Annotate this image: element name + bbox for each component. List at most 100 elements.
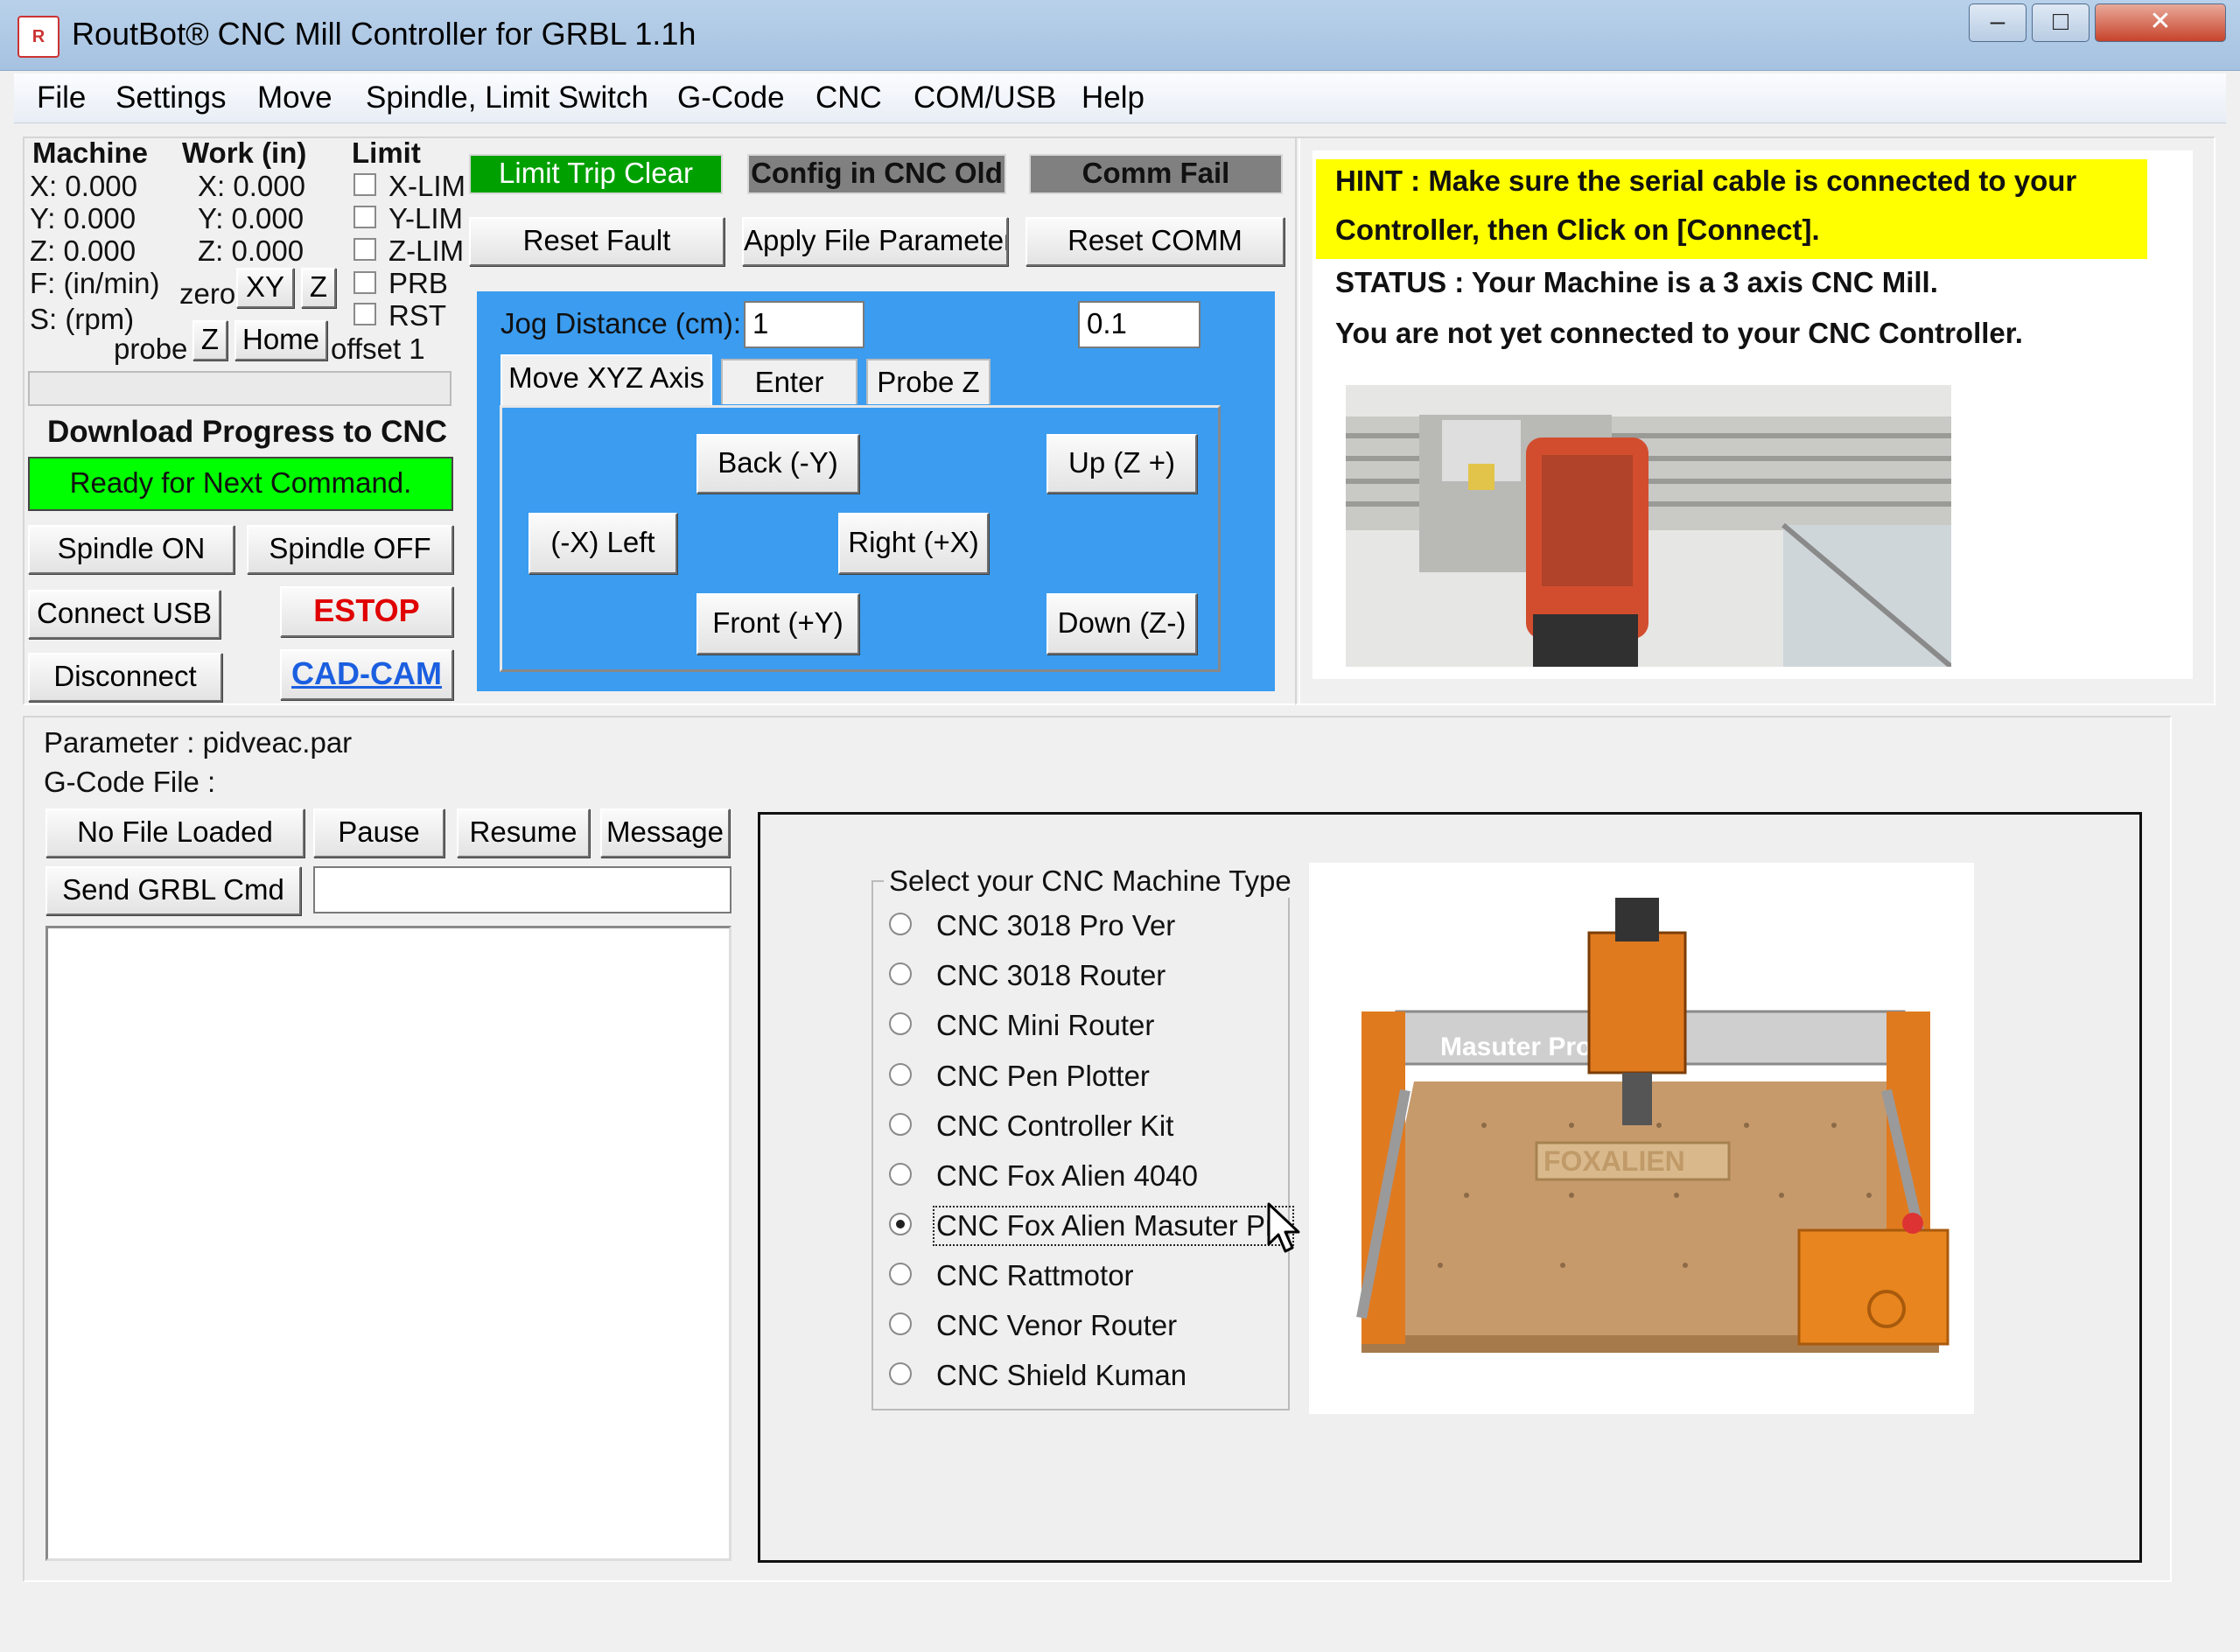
limit-trip-indicator: Limit Trip Clear xyxy=(469,154,723,194)
jog-down-button[interactable]: Down (Z-) xyxy=(1046,593,1197,654)
radio-button[interactable] xyxy=(889,1362,912,1385)
radio-button[interactable] xyxy=(889,913,912,935)
app-window: R RoutBot® CNC Mill Controller for GRBL … xyxy=(0,0,2240,1652)
radio-button[interactable] xyxy=(889,962,912,985)
home-button[interactable]: Home xyxy=(234,320,327,360)
x-lim-label: X-LIM xyxy=(388,170,466,202)
config-indicator: Config in CNC Old xyxy=(747,154,1006,194)
machine-brand-text: Masuter Pro xyxy=(1440,1032,1592,1061)
spindle-off-button[interactable]: Spindle OFF xyxy=(247,525,453,574)
gcode-output-list[interactable] xyxy=(46,926,732,1561)
message-button[interactable]: Message xyxy=(600,808,730,858)
menu-bar: File Settings Move Spindle, Limit Switch… xyxy=(14,74,2226,123)
z-lim-label: Z-LIM xyxy=(388,234,465,267)
radio-button-selected[interactable] xyxy=(889,1213,912,1236)
work-header: Work (in) xyxy=(182,136,307,169)
spindle-on-button[interactable]: Spindle ON xyxy=(28,525,234,574)
cad-cam-button[interactable]: CAD-CAM xyxy=(280,649,453,700)
resume-button[interactable]: Resume xyxy=(457,808,590,858)
radio-button[interactable] xyxy=(889,1163,912,1186)
title-bar: R RoutBot® CNC Mill Controller for GRBL … xyxy=(0,0,2240,71)
prb-checkbox[interactable] xyxy=(354,271,376,294)
menu-spindle-limit[interactable]: Spindle, Limit Switch xyxy=(366,80,648,116)
menu-file[interactable]: File xyxy=(37,80,86,116)
radio-button[interactable] xyxy=(889,1312,912,1335)
gcode-file-label: G-Code File : xyxy=(44,766,216,798)
radio-button[interactable] xyxy=(889,1113,912,1136)
app-icon: R xyxy=(18,16,60,58)
x-lim-checkbox[interactable] xyxy=(354,173,376,196)
speed-label: S: (rpm) xyxy=(30,303,135,335)
work-x: X: 0.000 xyxy=(198,170,305,202)
comm-fail-indicator: Comm Fail xyxy=(1029,154,1283,194)
mouse-cursor-icon xyxy=(1267,1202,1300,1253)
tab-move-xyz[interactable]: Move XYZ Axis xyxy=(500,354,712,405)
machine-header: Machine xyxy=(32,136,149,169)
probe-z-button[interactable]: Z xyxy=(192,320,228,360)
pause-button[interactable]: Pause xyxy=(313,808,444,858)
menu-gcode[interactable]: G-Code xyxy=(677,80,785,116)
radio-button[interactable] xyxy=(889,1263,912,1285)
zero-xy-button[interactable]: XY xyxy=(236,268,294,308)
window-title: RoutBot® CNC Mill Controller for GRBL 1.… xyxy=(72,16,696,52)
jog-distance-label: Jog Distance (cm): xyxy=(500,307,742,340)
menu-help[interactable]: Help xyxy=(1082,80,1144,116)
probe-label: probe xyxy=(114,332,188,365)
y-lim-label: Y-LIM xyxy=(388,202,463,234)
maximize-button[interactable]: □ xyxy=(2032,4,2090,42)
radio-button[interactable] xyxy=(889,1063,912,1086)
close-button[interactable]: ✕ xyxy=(2095,4,2226,42)
work-y: Y: 0.000 xyxy=(198,202,304,234)
machine-preview-image: Masuter Pro FOXALIEN xyxy=(1309,863,1974,1414)
menu-settings[interactable]: Settings xyxy=(116,80,226,116)
hint-line-1: HINT : Make sure the serial cable is con… xyxy=(1335,164,2077,197)
reset-fault-button[interactable]: Reset Fault xyxy=(469,217,724,266)
hint-line-2: Controller, then Click on [Connect]. xyxy=(1335,214,1820,246)
parameter-label: Parameter : pidveac.par xyxy=(44,726,353,759)
offset-label: offset 1 xyxy=(331,332,425,365)
tab-enter-xyz[interactable]: Enter XYZ xyxy=(721,359,858,442)
rst-label: RST xyxy=(388,299,446,332)
machine-bed-text: FOXALIEN xyxy=(1544,1145,1685,1177)
reset-comm-button[interactable]: Reset COMM xyxy=(1026,217,1284,266)
prb-label: PRB xyxy=(388,267,448,299)
estop-button[interactable]: ESTOP xyxy=(280,586,453,637)
menu-com-usb[interactable]: COM/USB xyxy=(914,80,1056,116)
apply-file-parameters-button[interactable]: Apply File Parameters xyxy=(742,217,1008,266)
y-lim-checkbox[interactable] xyxy=(354,206,376,228)
radio-button[interactable] xyxy=(889,1012,912,1035)
zero-z-button[interactable]: Z xyxy=(301,268,336,308)
jog-distance-fine-input[interactable]: 0.1 xyxy=(1078,301,1200,348)
ready-status: Ready for Next Command. xyxy=(28,457,453,511)
progress-bar xyxy=(28,371,452,406)
machine-y: Y: 0.000 xyxy=(30,202,136,234)
jog-right-button[interactable]: Right (+X) xyxy=(838,513,989,574)
cnc-mill-photo xyxy=(1346,385,1951,667)
z-lim-checkbox[interactable] xyxy=(354,238,376,261)
no-file-loaded-button[interactable]: No File Loaded xyxy=(46,808,304,858)
jog-back-button[interactable]: Back (-Y) xyxy=(696,434,859,494)
rst-checkbox[interactable] xyxy=(354,303,376,326)
machine-type-title: Select your CNC Machine Type xyxy=(884,864,1297,898)
send-grbl-cmd-button[interactable]: Send GRBL Cmd xyxy=(46,866,301,915)
zero-label: zero xyxy=(179,277,236,310)
machine-z: Z: 0.000 xyxy=(30,234,136,267)
progress-title: Download Progress to CNC xyxy=(47,415,447,449)
disconnect-button[interactable]: Disconnect xyxy=(28,653,222,702)
tab-probe-z[interactable]: Probe Z xyxy=(866,359,990,404)
jog-left-button[interactable]: (-X) Left xyxy=(528,513,677,574)
machine-x: X: 0.000 xyxy=(30,170,137,202)
status-line-1: STATUS : Your Machine is a 3 axis CNC Mi… xyxy=(1335,266,1938,298)
limit-header: Limit xyxy=(352,136,421,169)
feed-label: F: (in/min) xyxy=(30,267,160,299)
connect-usb-button[interactable]: Connect USB xyxy=(28,590,220,639)
grbl-command-input[interactable] xyxy=(313,866,732,914)
jog-front-button[interactable]: Front (+Y) xyxy=(696,593,859,654)
jog-distance-input[interactable]: 1 xyxy=(744,301,864,348)
menu-cnc[interactable]: CNC xyxy=(816,80,882,116)
work-z: Z: 0.000 xyxy=(198,234,304,267)
jog-up-button[interactable]: Up (Z +) xyxy=(1046,434,1197,494)
menu-move[interactable]: Move xyxy=(257,80,332,116)
status-line-2: You are not yet connected to your CNC Co… xyxy=(1335,317,2023,349)
minimize-button[interactable]: ‒ xyxy=(1969,4,2026,42)
